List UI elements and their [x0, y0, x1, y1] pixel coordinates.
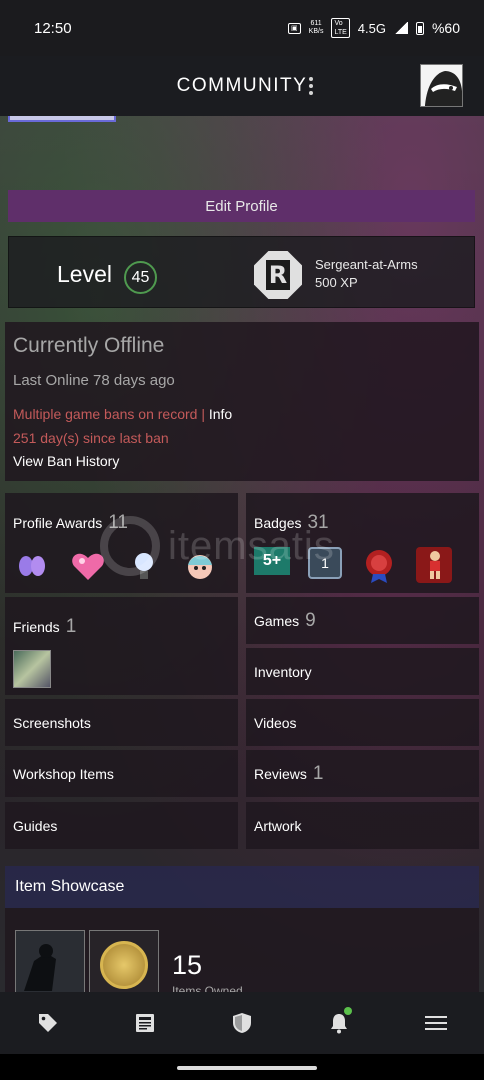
app-header: COMMUNITY: [0, 56, 484, 116]
news-icon[interactable]: [123, 1001, 167, 1045]
level-panel[interactable]: Level 45 R Sergeant-at-Arms 500 XP: [8, 236, 475, 308]
watermark-text: itemsatis: [168, 523, 335, 568]
showcase-item-coin[interactable]: [89, 930, 159, 992]
rank-xp: 500 XP: [315, 275, 358, 290]
edit-profile-button[interactable]: Edit Profile: [8, 190, 475, 222]
items-owned-label: Items Owned: [172, 984, 243, 992]
inventory-label: Inventory: [254, 664, 312, 680]
profile-avatar-frame: [8, 116, 116, 122]
volte-icon: Vo LTE: [331, 18, 350, 38]
view-ban-history-link[interactable]: View Ban History: [13, 453, 119, 469]
showcase-item-music-kit[interactable]: [15, 930, 85, 992]
tile-workshop-items[interactable]: Workshop Items: [5, 750, 238, 797]
tile-label: Reviews 1: [254, 763, 323, 785]
bell-icon[interactable]: [317, 1001, 361, 1045]
screenshots-label: Screenshots: [13, 715, 91, 731]
guides-label: Guides: [13, 818, 58, 834]
ban-info-link[interactable]: Info: [209, 406, 232, 422]
bottom-navigation: [0, 992, 484, 1054]
rank-title: Sergeant-at-Arms: [315, 257, 418, 272]
rank-letter: R: [266, 260, 290, 290]
menu-icon[interactable]: [414, 1001, 458, 1045]
clock: 12:50: [34, 19, 72, 37]
gesture-bar: [0, 1054, 484, 1080]
system-status-bar: 12:50 ▣ 611 KB/s Vo LTE 4.5G %60: [0, 0, 484, 56]
battery-icon: [415, 21, 424, 35]
friends-label: Friends: [13, 619, 60, 635]
more-options-icon[interactable]: [308, 77, 314, 95]
seal-badge-icon: [360, 547, 398, 585]
level-badge: 45: [124, 261, 157, 294]
runner-badge-icon: [416, 547, 452, 583]
item-showcase-header: Item Showcase: [5, 866, 479, 908]
games-count: 9: [305, 610, 316, 631]
friend-avatar[interactable]: [13, 650, 51, 688]
tile-artwork[interactable]: Artwork: [246, 802, 479, 849]
rank-badge-icon: R: [254, 251, 302, 299]
tile-screenshots[interactable]: Screenshots: [5, 699, 238, 746]
artwork-label: Artwork: [254, 818, 302, 834]
videos-label: Videos: [254, 715, 297, 731]
tile-label: Games 9: [254, 610, 316, 632]
items-owned-count: 15: [172, 950, 203, 980]
status-panel: Currently Offline Last Online 78 days ag…: [5, 322, 479, 481]
coin-icon: [100, 941, 148, 989]
status-icons: ▣ 611 KB/s Vo LTE 4.5G %60: [288, 18, 460, 38]
watermark: itemsatis: [100, 516, 335, 576]
profile-awards-label: Profile Awards: [13, 515, 103, 531]
network-type: 4.5G: [357, 20, 386, 36]
net-speed: 611 KB/s: [309, 20, 324, 36]
profile-content[interactable]: Edit Profile Level 45 R Sergeant-at-Arms…: [0, 116, 484, 992]
tile-friends[interactable]: Friends 1: [5, 597, 238, 695]
shield-icon[interactable]: [220, 1001, 264, 1045]
ban-days: 251 day(s) since last ban: [13, 430, 169, 446]
ban-text: Multiple game bans on record: [13, 406, 198, 422]
tile-inventory[interactable]: Inventory: [246, 648, 479, 695]
tile-guides[interactable]: Guides: [5, 802, 238, 849]
screenshot-indicator-icon: ▣: [288, 22, 301, 34]
battery-level: %60: [431, 20, 460, 36]
reviews-count: 1: [312, 763, 324, 784]
tile-label: Friends 1: [13, 616, 76, 638]
friends-count: 1: [65, 616, 77, 637]
net-speed-value: 611: [310, 20, 322, 27]
home-indicator[interactable]: [177, 1066, 317, 1070]
signal-icon: [393, 22, 408, 34]
tile-games[interactable]: Games 9: [246, 597, 479, 644]
tile-reviews[interactable]: Reviews 1: [246, 750, 479, 797]
butterfly-award-icon: [13, 547, 51, 585]
level-label: Level: [57, 261, 112, 287]
online-status: Currently Offline: [13, 334, 165, 357]
page-title: COMMUNITY: [176, 75, 308, 96]
last-online: Last Online 78 days ago: [13, 372, 175, 389]
item-showcase: 15 Items Owned: [5, 908, 479, 992]
ban-notice: Multiple game bans on record | Info: [13, 406, 232, 422]
ban-separator: |: [201, 406, 205, 422]
net-speed-unit: KB/s: [308, 28, 324, 35]
tag-icon[interactable]: [26, 1001, 70, 1045]
tile-videos[interactable]: Videos: [246, 699, 479, 746]
user-avatar[interactable]: [420, 64, 463, 107]
notification-dot: [343, 1007, 352, 1015]
reviews-label: Reviews: [254, 766, 307, 782]
games-label: Games: [254, 613, 300, 629]
workshop-label: Workshop Items: [13, 766, 114, 782]
watermark-logo-icon: [100, 516, 160, 576]
